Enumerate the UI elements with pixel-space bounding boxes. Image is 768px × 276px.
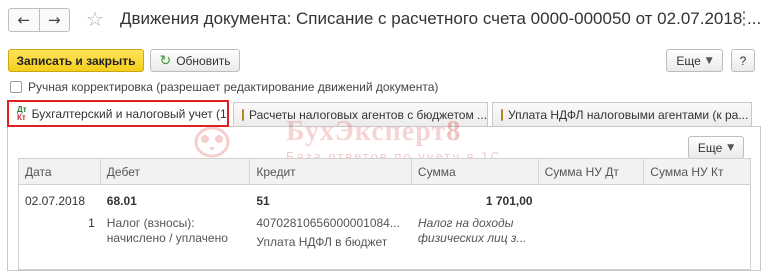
chevron-down-icon: ▼ — [727, 142, 735, 153]
table-row[interactable]: 1 Налог (взносы): начислено / уплачено 4… — [19, 213, 750, 269]
forward-button[interactable]: → — [38, 9, 70, 31]
cell-nu-kt — [644, 189, 750, 213]
chevron-down-icon: ▼ — [705, 55, 713, 66]
table-header: Дата Дебет Кредит Сумма Сумма НУ Дт Сумм… — [19, 159, 750, 185]
dt-kt-icon: Дт Кт — [17, 104, 27, 122]
cell-date: 02.07.2018 — [25, 194, 86, 208]
column-header-credit[interactable]: Кредит — [250, 159, 412, 184]
save-and-close-button[interactable]: Записать и закрыть — [8, 49, 144, 72]
tab-ndfl-payment[interactable]: Уплата НДФЛ налоговыми агентами (к ра... — [492, 102, 752, 126]
refresh-button[interactable]: ↻ Обновить — [150, 49, 240, 72]
column-header-amount[interactable]: Сумма — [412, 159, 539, 184]
title-bar: ← → ☆ Движения документа: Списание с рас… — [0, 0, 768, 40]
document-icon — [501, 108, 503, 121]
column-header-nu-dt[interactable]: Сумма НУ Дт — [539, 159, 645, 184]
cell-credit-subconto: 40702810656000001084... Уплата НДФЛ в бю… — [256, 216, 400, 249]
cell-debit: 68.01 — [106, 194, 137, 208]
column-header-debit[interactable]: Дебет — [101, 159, 251, 184]
help-label: ? — [739, 53, 747, 68]
tab-bar: Дт Кт Бухгалтерский и налоговый учет (1)… — [0, 100, 768, 127]
refresh-icon: ↻ — [159, 52, 172, 69]
window-title: Движения документа: Списание с расчетног… — [120, 9, 762, 28]
tab-label: Уплата НДФЛ налоговыми агентами (к ра... — [508, 107, 749, 122]
column-header-date[interactable]: Дата — [19, 159, 101, 184]
cell-amount: 1 701,00 — [485, 194, 533, 208]
tab-label: Расчеты налоговых агентов с бюджетом ... — [249, 107, 488, 122]
entries-table: Дата Дебет Кредит Сумма Сумма НУ Дт Сумм… — [18, 158, 751, 270]
tab-accounting-tax[interactable]: Дт Кт Бухгалтерский и налоговый учет (1) — [7, 100, 229, 127]
cell-debit-subconto: Налог (взносы): начислено / уплачено — [106, 216, 228, 245]
arrow-right-icon: → — [47, 11, 61, 29]
cell-credit: 51 — [256, 194, 270, 208]
cell-nu-dt — [539, 189, 645, 213]
more-actions-icon[interactable]: ⋮ — [735, 9, 753, 29]
document-icon — [242, 108, 244, 121]
table-row[interactable]: 02.07.2018 68.01 51 1 701,00 — [19, 189, 750, 213]
refresh-label: Обновить — [176, 53, 231, 68]
manual-correction-checkbox[interactable] — [10, 81, 22, 93]
tab-tax-agent-settlements[interactable]: Расчеты налоговых агентов с бюджетом ... — [233, 102, 488, 126]
help-button[interactable]: ? — [731, 49, 755, 72]
arrow-left-icon: ← — [17, 11, 31, 29]
navigation-buttons: ← → — [8, 8, 70, 32]
panel-more-label: Еще — [697, 140, 723, 155]
cell-amount-description: Налог на доходы физических лиц з... — [417, 216, 527, 245]
column-header-nu-kt[interactable]: Сумма НУ Кт — [644, 159, 750, 184]
panel-more-button[interactable]: Еще ▼ — [688, 136, 744, 159]
manual-correction-label: Ручная корректировка (разрешает редактир… — [28, 80, 439, 94]
manual-correction-row: Ручная корректировка (разрешает редактир… — [10, 80, 438, 94]
save-and-close-label: Записать и закрыть — [16, 53, 136, 68]
tab-label: Бухгалтерский и налоговый учет (1) — [31, 106, 229, 121]
cell-line-number: 1 — [88, 216, 95, 230]
back-button[interactable]: ← — [9, 9, 39, 31]
more-button[interactable]: Еще ▼ — [666, 49, 723, 72]
favorite-star-icon[interactable]: ☆ — [86, 7, 104, 31]
more-label: Еще — [676, 53, 701, 68]
